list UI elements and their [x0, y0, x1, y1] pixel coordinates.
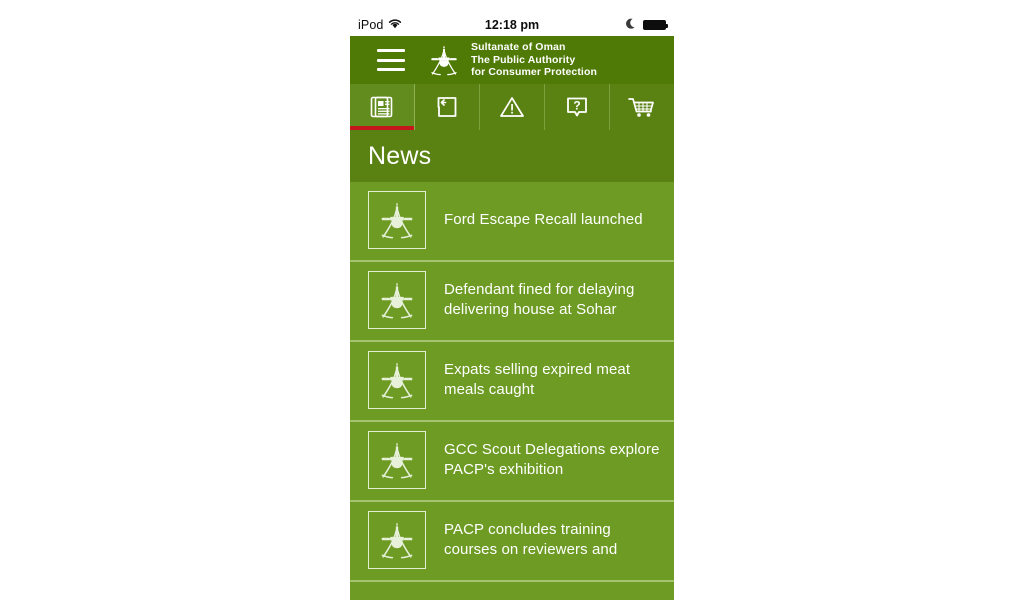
news-headline: Ford Escape Recall launched	[444, 211, 643, 228]
warning-triangle-icon	[498, 94, 526, 120]
hamburger-bar	[377, 58, 405, 62]
brand-title: Sultanate of Oman The Public Authority f…	[471, 41, 597, 79]
moon-icon	[626, 18, 637, 33]
app-header: Sultanate of Oman The Public Authority f…	[350, 36, 674, 84]
brand-line-2: The Public Authority	[471, 53, 576, 66]
news-headline: Expats selling expired meat meals caught	[444, 361, 631, 398]
oman-national-emblem-icon	[368, 511, 426, 569]
hamburger-bar	[377, 68, 405, 71]
oman-national-emblem-icon	[368, 431, 426, 489]
shopping-cart-icon	[627, 94, 657, 120]
wifi-icon	[388, 18, 402, 32]
brand-line-3: for Consumer Protection	[471, 66, 597, 79]
carrier-label: iPod	[358, 18, 384, 32]
news-headline: Defendant fined for delaying delivering …	[444, 281, 635, 318]
tab-complaint[interactable]	[415, 84, 480, 130]
hamburger-menu-icon[interactable]	[377, 49, 405, 71]
submit-complaint-icon	[434, 94, 460, 120]
news-list: Ford Escape Recall launched Defendant fi…	[350, 182, 674, 582]
list-item[interactable]: GCC Scout Delegations explore PACP's exh…	[350, 422, 674, 502]
newspaper-icon	[369, 94, 395, 120]
status-bar-right	[626, 18, 668, 33]
list-item[interactable]: Defendant fined for delaying delivering …	[350, 262, 674, 342]
question-bubble-icon: ?	[564, 94, 590, 120]
svg-text:?: ?	[573, 99, 580, 113]
news-headline: PACP concludes training courses on revie…	[444, 521, 618, 558]
status-bar-left: iPod	[358, 18, 402, 32]
battery-full-icon	[643, 20, 668, 30]
tab-news[interactable]	[350, 84, 415, 130]
oman-national-emblem-icon	[368, 271, 426, 329]
tab-alerts[interactable]	[480, 84, 545, 130]
tab-bar: ?	[350, 84, 674, 130]
tab-market[interactable]	[610, 84, 674, 130]
list-item[interactable]: Ford Escape Recall launched	[350, 182, 674, 262]
oman-national-emblem-icon	[368, 191, 426, 249]
brand-line-1: Sultanate of Oman	[471, 41, 566, 54]
page-title: News	[350, 130, 674, 182]
tab-faq[interactable]: ?	[545, 84, 610, 130]
oman-national-emblem-icon	[368, 351, 426, 409]
list-item[interactable]: Expats selling expired meat meals caught	[350, 342, 674, 422]
news-headline: GCC Scout Delegations explore PACP's exh…	[444, 441, 660, 478]
status-bar: iPod 12:18 pm	[350, 14, 674, 36]
hamburger-bar	[377, 49, 405, 52]
phone-screen: iPod 12:18 pm Sultanate of Oman The Publ…	[350, 14, 674, 600]
list-item[interactable]: PACP concludes training courses on revie…	[350, 502, 674, 582]
oman-national-emblem-icon	[425, 41, 463, 79]
